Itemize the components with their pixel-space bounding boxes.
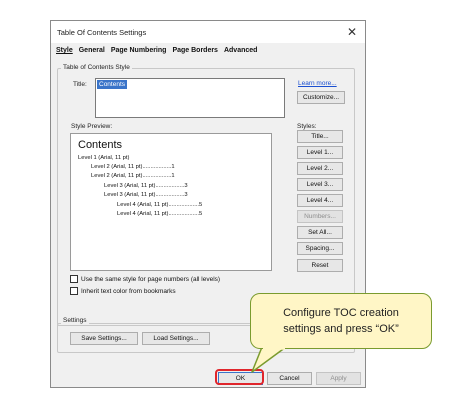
callout-line-2: settings and press “OK” [283, 323, 399, 335]
inherit-color-label: Inherit text color from bookmarks [81, 287, 176, 295]
instruction-callout: Configure TOC creation settings and pres… [250, 293, 432, 349]
load-settings-button[interactable]: Load Settings... [142, 332, 210, 345]
preview-line: Level 4 (Arial, 11 pt)..................… [117, 211, 203, 217]
preview-line: Level 1 (Arial, 11 pt) [78, 155, 130, 161]
ok-highlight-box [215, 369, 264, 385]
level3-style-button[interactable]: Level 3... [297, 178, 343, 191]
styles-label: Styles: [297, 123, 317, 130]
tab-style[interactable]: Style [53, 45, 76, 57]
dialog-title: Table Of Contents Settings [57, 28, 147, 37]
tab-page-numbering[interactable]: Page Numbering [108, 45, 170, 57]
same-style-checkbox[interactable] [70, 275, 78, 283]
title-value: Contents [97, 80, 128, 89]
level2-style-button[interactable]: Level 2... [297, 162, 343, 175]
inherit-color-option: Inherit text color from bookmarks [70, 287, 176, 295]
title-style-button[interactable]: Title... [297, 130, 343, 143]
spacing-button[interactable]: Spacing... [297, 242, 343, 255]
toc-style-group-label: Table of Contents Style [61, 64, 132, 71]
preview-line: Level 3 (Arial, 11 pt)..................… [104, 192, 188, 198]
title-label: Title: [73, 81, 87, 88]
inherit-color-checkbox[interactable] [70, 287, 78, 295]
style-preview-label: Style Preview: [71, 123, 113, 130]
preview-line: Level 2 (Arial, 11 pt)..................… [91, 164, 175, 170]
preview-line: Level 3 (Arial, 11 pt)..................… [104, 183, 188, 189]
preview-heading: Contents [78, 139, 123, 151]
preview-line: Level 2 (Arial, 11 pt)..................… [91, 173, 175, 179]
save-settings-button[interactable]: Save Settings... [70, 332, 138, 345]
tab-general[interactable]: General [76, 45, 108, 57]
tab-page-borders[interactable]: Page Borders [169, 45, 221, 57]
level1-style-button[interactable]: Level 1... [297, 146, 343, 159]
preview-line: Level 4 (Arial, 11 pt)..................… [117, 202, 203, 208]
tab-strip: Style General Page Numbering Page Border… [53, 45, 260, 57]
close-icon[interactable]: ✕ [344, 24, 360, 40]
title-input[interactable]: Contents [95, 78, 285, 118]
apply-button: Apply [316, 372, 361, 385]
same-style-option: Use the same style for page numbers (all… [70, 275, 220, 283]
numbers-style-button: Numbers... [297, 210, 343, 223]
customize-button[interactable]: Customize... [297, 91, 345, 104]
learn-more-link[interactable]: Learn more... [298, 80, 337, 87]
reset-button[interactable]: Reset [297, 259, 343, 272]
callout-line-1: Configure TOC creation [283, 307, 399, 319]
set-all-button[interactable]: Set All... [297, 226, 343, 239]
dialog-titlebar: Table Of Contents Settings ✕ [51, 21, 365, 43]
settings-group-label: Settings [61, 317, 89, 324]
tab-advanced[interactable]: Advanced [221, 45, 260, 57]
cancel-button[interactable]: Cancel [267, 372, 312, 385]
style-preview-pane: Contents Level 1 (Arial, 11 pt) Level 2 … [70, 133, 272, 271]
level4-style-button[interactable]: Level 4... [297, 194, 343, 207]
same-style-label: Use the same style for page numbers (all… [81, 275, 221, 283]
